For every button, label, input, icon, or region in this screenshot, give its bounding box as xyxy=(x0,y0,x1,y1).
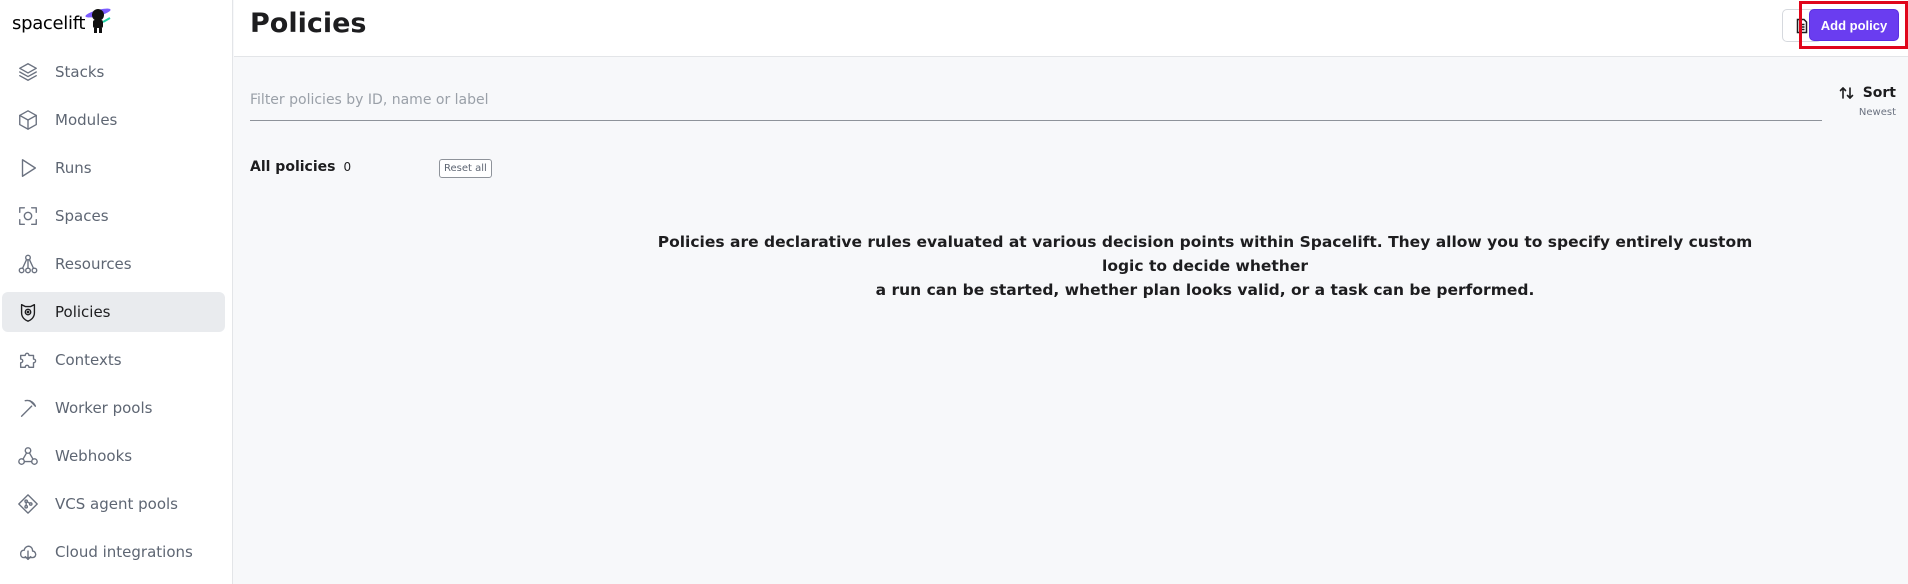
spacelift-logo[interactable]: spacelift xyxy=(12,8,115,38)
sidebar-item-resources[interactable]: Resources xyxy=(2,244,225,284)
sidebar-item-worker-pools[interactable]: Worker pools xyxy=(2,388,225,428)
policies-icon xyxy=(16,300,40,324)
page-title: Policies xyxy=(250,8,367,39)
webhook-icon xyxy=(16,444,40,468)
sidebar-item-label: Resources xyxy=(55,255,132,273)
sort-value: Newest xyxy=(1858,107,1896,118)
sort-control[interactable]: Sort Newest xyxy=(1839,85,1896,118)
filter-input[interactable] xyxy=(250,84,1822,116)
play-icon xyxy=(16,156,40,180)
sort-arrows-icon xyxy=(1839,87,1853,99)
sidebar-item-spaces[interactable]: Spaces xyxy=(2,196,225,236)
sidebar-item-label: Runs xyxy=(55,159,92,177)
resources-icon xyxy=(16,252,40,276)
sidebar-item-label: Contexts xyxy=(55,351,122,369)
pickaxe-icon xyxy=(16,396,40,420)
add-policy-button[interactable]: Add policy xyxy=(1809,9,1899,41)
sort-label: Sort xyxy=(1862,85,1896,101)
sidebar-item-vcs-agent-pools[interactable]: VCS agent pools xyxy=(2,484,225,524)
cube-icon xyxy=(16,108,40,132)
sidebar-item-label: Spaces xyxy=(55,207,109,225)
cloud-icon xyxy=(16,540,40,564)
list-title: All policies xyxy=(250,159,336,175)
empty-state-line-1: Policies are declarative rules evaluated… xyxy=(657,233,1753,275)
sidebar-item-label: Cloud integrations xyxy=(55,543,193,561)
sidebar-item-modules[interactable]: Modules xyxy=(2,100,225,140)
sidebar-item-label: Policies xyxy=(55,303,111,321)
puzzle-icon xyxy=(16,348,40,372)
sidebar-item-policies[interactable]: Policies xyxy=(2,292,225,332)
list-count: 0 xyxy=(343,160,352,174)
sidebar-item-label: Modules xyxy=(55,111,118,129)
sidebar-nav: Stacks Modules Runs Spaces Resources Pol… xyxy=(2,52,225,580)
reset-all-button[interactable]: Reset all xyxy=(439,159,492,178)
sidebar-item-contexts[interactable]: Contexts xyxy=(2,340,225,380)
astronaut-logo-icon xyxy=(85,8,111,33)
spaces-icon xyxy=(16,204,40,228)
sidebar: spacelift Stacks Modules Runs Spaces Res… xyxy=(0,0,233,584)
logo-text: spacelift xyxy=(12,12,86,34)
sidebar-item-label: Worker pools xyxy=(55,399,153,417)
empty-state-line-2: a run can be started, whether plan looks… xyxy=(875,281,1535,299)
sidebar-item-cloud-integrations[interactable]: Cloud integrations xyxy=(2,532,225,572)
sidebar-item-runs[interactable]: Runs xyxy=(2,148,225,188)
sidebar-item-stacks[interactable]: Stacks xyxy=(2,52,225,92)
layers-icon xyxy=(16,60,40,84)
empty-state-description: Policies are declarative rules evaluated… xyxy=(640,230,1770,302)
sidebar-item-label: Stacks xyxy=(55,63,105,81)
filter-bar xyxy=(250,84,1822,121)
vcs-icon xyxy=(16,492,40,516)
page-header: Policies Add policy xyxy=(234,0,1908,57)
list-header: All policies 0 xyxy=(250,159,351,175)
sidebar-item-label: Webhooks xyxy=(55,447,133,465)
sidebar-item-label: VCS agent pools xyxy=(55,495,178,513)
sidebar-item-webhooks[interactable]: Webhooks xyxy=(2,436,225,476)
